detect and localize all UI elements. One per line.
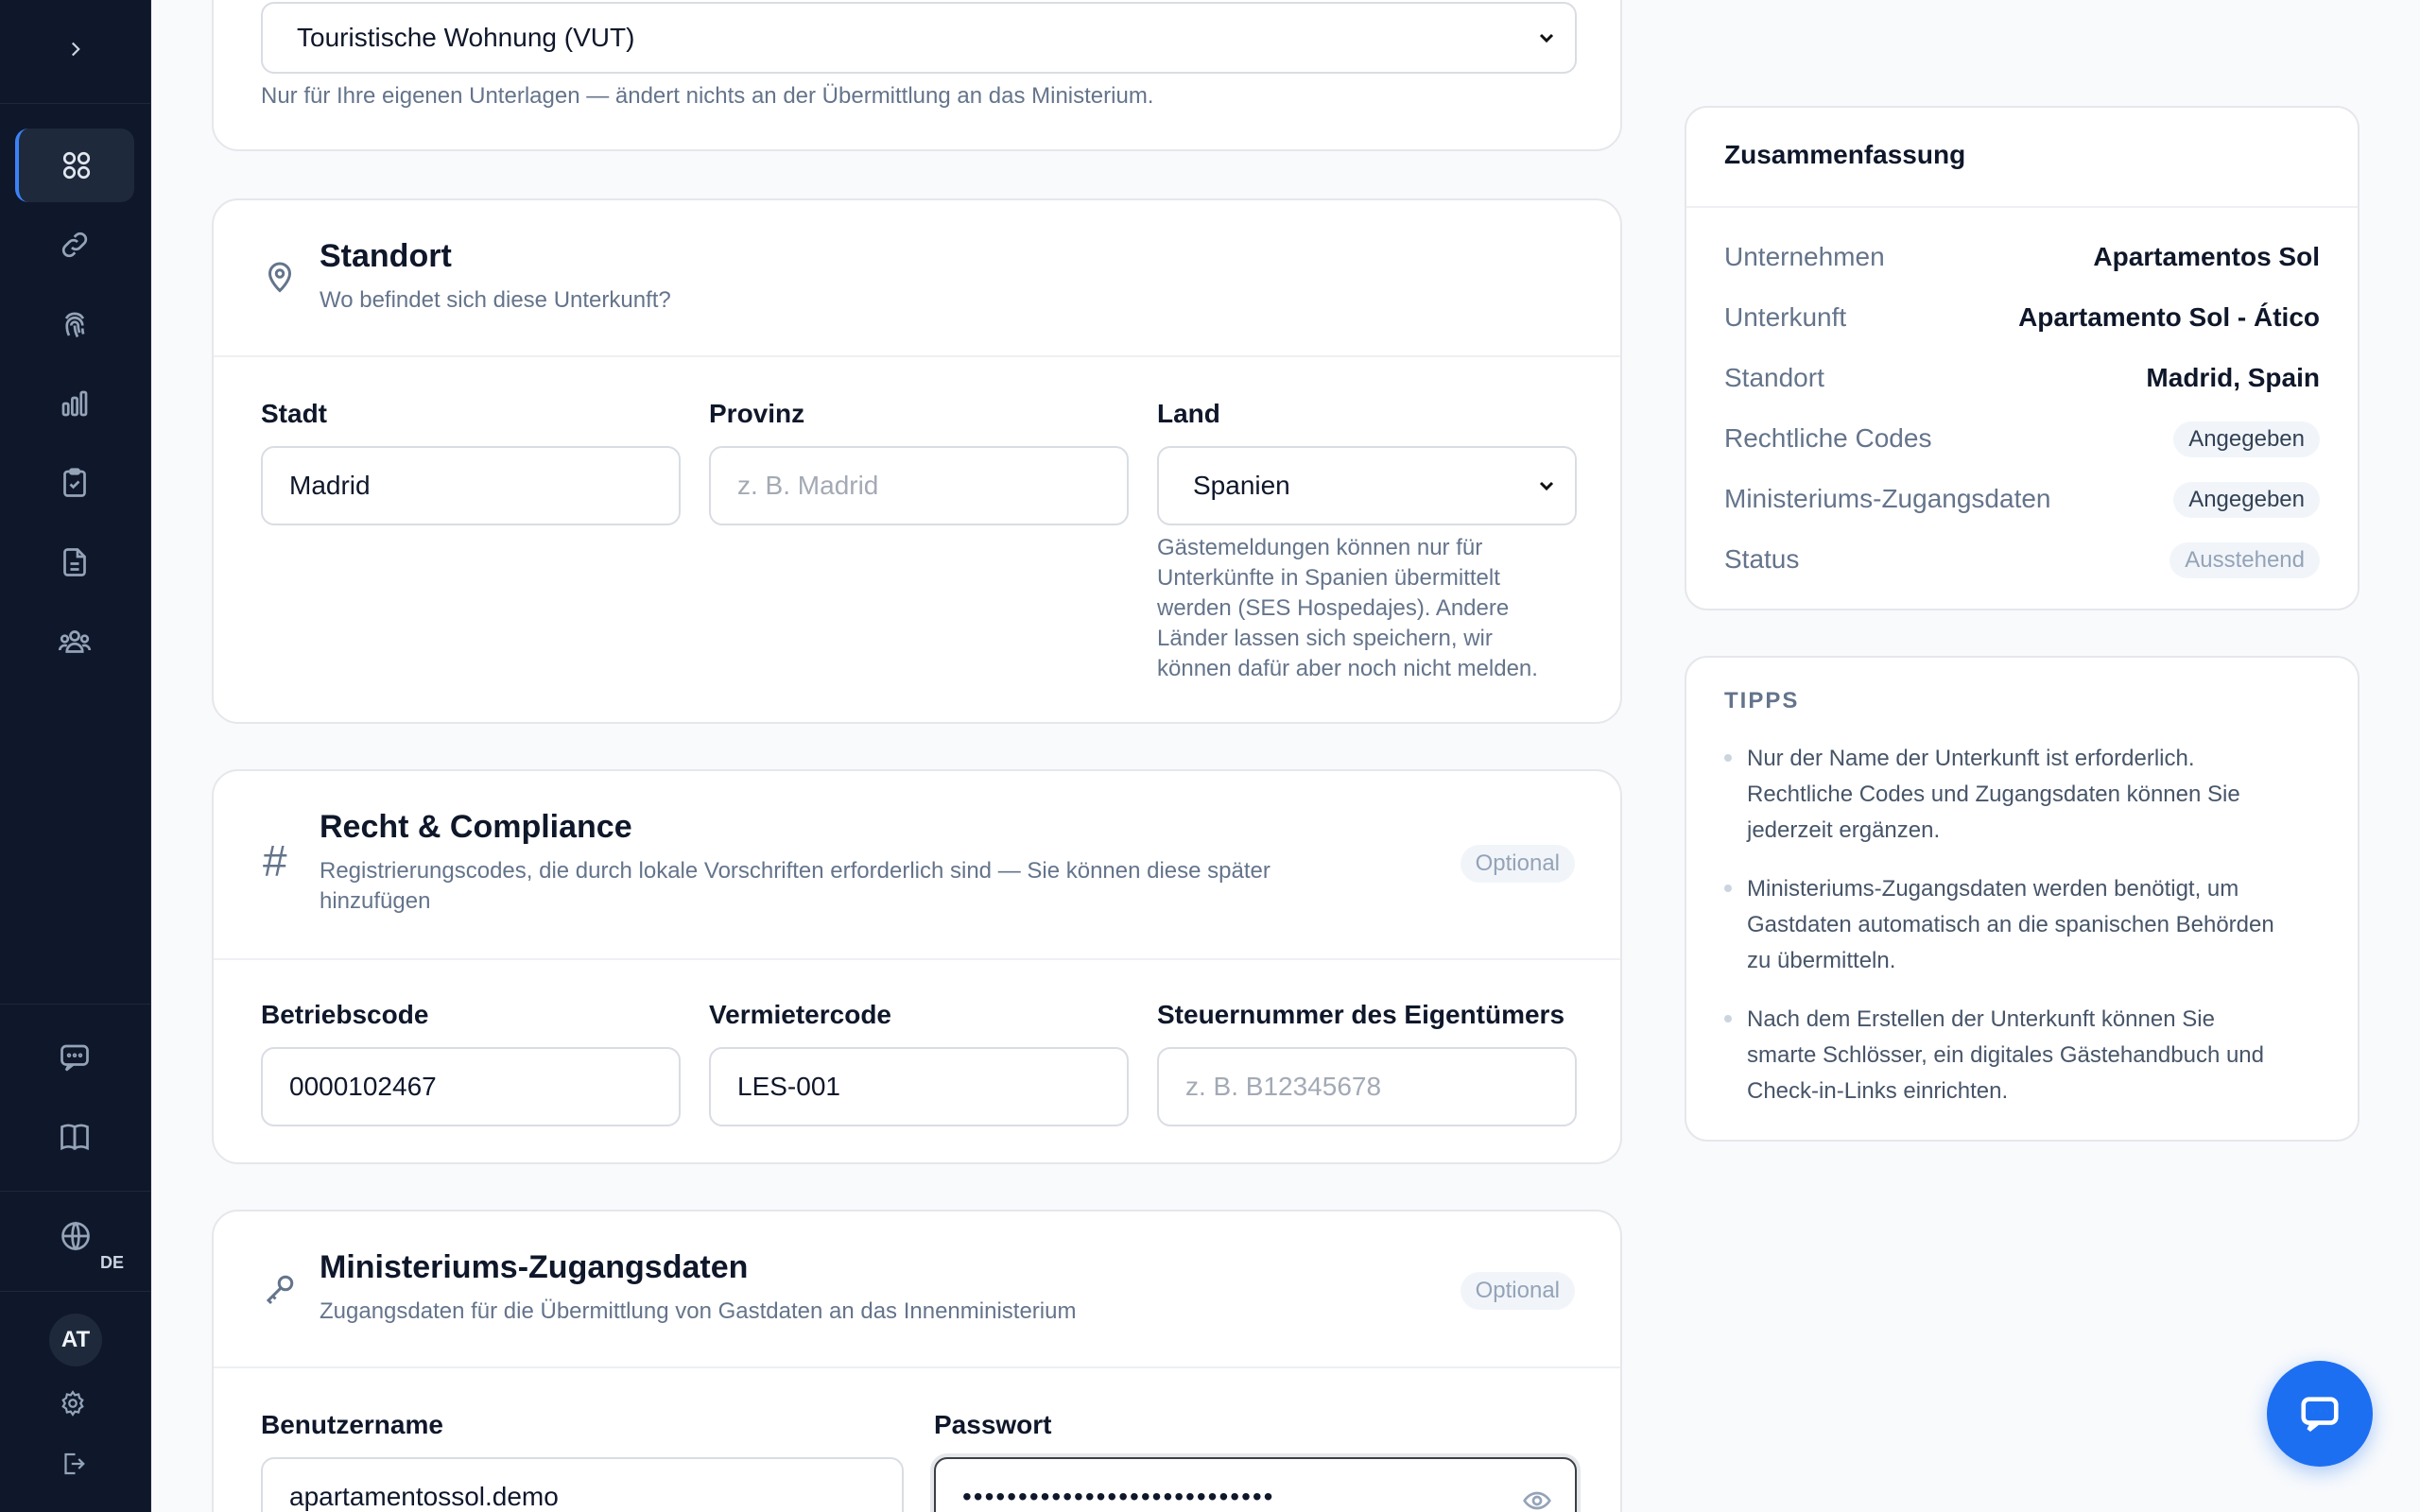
summary-row: Ministeriums-Zugangsdaten Angegeben <box>1724 480 2320 518</box>
tips-card: TIPPS Nur der Name der Unterkunft ist er… <box>1685 656 2360 1142</box>
chevron-down-icon <box>1539 33 1554 43</box>
bullet-icon <box>1724 1015 1732 1022</box>
document-icon <box>63 548 86 576</box>
password-input[interactable]: •••••••••••••••••••••••••••• <box>934 1457 1577 1512</box>
settings-button[interactable] <box>59 1389 91 1421</box>
map-pin-icon <box>263 261 301 299</box>
optional-badge: Optional <box>1460 845 1575 883</box>
status-badge: Angegeben <box>2173 482 2320 518</box>
chevron-right-icon <box>71 42 80 57</box>
sidebar-header <box>0 0 150 104</box>
property-type-select[interactable]: Touristische Wohnung (VUT) <box>261 2 1577 74</box>
property-type-value: Touristische Wohnung (VUT) <box>297 23 635 52</box>
tips-title: TIPPS <box>1724 688 1800 713</box>
gear-icon <box>61 1390 84 1417</box>
username-input[interactable]: apartamentossol.demo <box>261 1457 904 1512</box>
password-value: •••••••••••••••••••••••••••• <box>962 1482 1275 1511</box>
support-chat-button[interactable] <box>2267 1361 2373 1467</box>
ministry-credentials-card: Ministeriums-Zugangsdaten Zugangsdaten f… <box>212 1210 1622 1512</box>
book-icon <box>60 1124 89 1151</box>
compliance-subtitle: Registrierungscodes, die durch lokale Vo… <box>320 858 1270 914</box>
province-label: Provinz <box>709 399 805 428</box>
status-badge: Angegeben <box>2173 421 2320 457</box>
landlord-code-input[interactable]: LES-001 <box>709 1047 1129 1126</box>
chat-icon <box>2301 1397 2339 1433</box>
location-title: Standort <box>320 238 452 274</box>
tax-id-label: Steuernummer des Eigentümers <box>1157 1000 1565 1029</box>
language-code: DE <box>100 1253 125 1272</box>
tip-item: Ministeriums-Zugangsdaten werden benötig… <box>1747 876 2274 973</box>
sidebar-item-guests[interactable] <box>15 605 134 679</box>
clipboard-check-icon <box>63 468 86 497</box>
summary-title: Zusammenfassung <box>1724 140 1966 169</box>
sidebar-nav <box>15 129 134 684</box>
summary-row: Standort Madrid, Spain <box>1724 363 2320 392</box>
chat-icon <box>60 1044 89 1072</box>
tip-item: Nach dem Erstellen der Unterkunft können… <box>1747 1006 2264 1104</box>
business-code-label: Betriebscode <box>261 1000 429 1029</box>
language-switcher[interactable]: DE <box>0 1193 151 1287</box>
bar-chart-icon <box>61 390 88 417</box>
sidebar-item-dashboard[interactable] <box>15 129 134 202</box>
sidebar-item-links[interactable] <box>15 208 134 282</box>
fingerprint-icon <box>64 312 85 338</box>
logout-button[interactable] <box>59 1450 91 1482</box>
password-label: Passwort <box>934 1410 1052 1439</box>
province-input[interactable]: z. B. Madrid <box>709 446 1129 525</box>
expand-sidebar-button[interactable] <box>63 37 88 66</box>
country-label: Land <box>1157 399 1220 428</box>
hash-icon: # <box>263 836 287 885</box>
summary-row: Rechtliche Codes Angegeben <box>1724 420 2320 457</box>
compliance-card-header: # Recht & Compliance Registrierungscodes… <box>214 771 1620 960</box>
landlord-code-label: Vermietercode <box>709 1000 891 1029</box>
compliance-title: Recht & Compliance <box>320 809 632 845</box>
status-badge: Ausstehend <box>2169 542 2320 578</box>
logout-icon <box>64 1452 85 1475</box>
sidebar: DE AT <box>0 0 151 1512</box>
city-input[interactable]: Madrid <box>261 446 681 525</box>
city-label: Stadt <box>261 399 327 428</box>
location-card-header: Standort Wo befindet sich diese Unterkun… <box>214 200 1620 357</box>
username-label: Benutzername <box>261 1410 443 1439</box>
compliance-card: # Recht & Compliance Registrierungscodes… <box>212 769 1622 1164</box>
ministry-subtitle: Zugangsdaten für die Übermittlung von Ga… <box>320 1298 1077 1324</box>
country-value: Spanien <box>1193 471 1290 500</box>
avatar[interactable]: AT <box>49 1314 102 1366</box>
eye-icon[interactable] <box>1522 1486 1552 1512</box>
sidebar-item-guide[interactable] <box>15 1104 134 1170</box>
location-card: Standort Wo befindet sich diese Unterkun… <box>212 198 1622 724</box>
sidebar-item-messages[interactable] <box>15 1024 134 1091</box>
users-icon <box>58 630 92 653</box>
link-icon <box>61 232 88 258</box>
grid-icon <box>62 151 91 180</box>
key-icon <box>263 1272 301 1310</box>
optional-badge: Optional <box>1460 1272 1575 1310</box>
country-select[interactable]: Spanien <box>1157 446 1577 525</box>
country-help: Gästemeldungen können nur für Unterkünft… <box>1157 535 1538 681</box>
sidebar-divider <box>0 1191 151 1192</box>
sidebar-item-identity[interactable] <box>15 287 134 361</box>
summary-card: Zusammenfassung Unternehmen Apartamentos… <box>1685 106 2360 610</box>
ministry-card-header: Ministeriums-Zugangsdaten Zugangsdaten f… <box>214 1211 1620 1368</box>
property-type-help: Nur für Ihre eigenen Unterlagen — ändert… <box>261 83 1154 109</box>
sidebar-divider <box>0 1291 151 1292</box>
summary-row: Status Ausstehend <box>1724 541 2320 578</box>
location-subtitle: Wo befindet sich diese Unterkunft? <box>320 287 671 313</box>
bullet-icon <box>1724 885 1732 892</box>
property-type-card: Touristische Wohnung (VUT) Nur für Ihre … <box>212 0 1622 151</box>
ministry-title: Ministeriums-Zugangsdaten <box>320 1249 749 1285</box>
globe-icon <box>61 1221 90 1251</box>
sidebar-item-reports[interactable] <box>15 367 134 440</box>
sidebar-item-tasks[interactable] <box>15 446 134 520</box>
tip-item: Nur der Name der Unterkunft ist erforder… <box>1747 746 2240 843</box>
summary-divider <box>1686 206 2358 208</box>
business-code-input[interactable]: 0000102467 <box>261 1047 681 1126</box>
chevron-down-icon <box>1539 481 1554 491</box>
summary-row: Unterkunft Apartamento Sol - Ático <box>1724 302 2320 332</box>
sidebar-item-documents[interactable] <box>15 525 134 599</box>
sidebar-divider <box>0 1004 151 1005</box>
tax-id-input[interactable]: z. B. B12345678 <box>1157 1047 1577 1126</box>
summary-row: Unternehmen Apartamentos Sol <box>1724 242 2320 271</box>
bullet-icon <box>1724 754 1732 762</box>
